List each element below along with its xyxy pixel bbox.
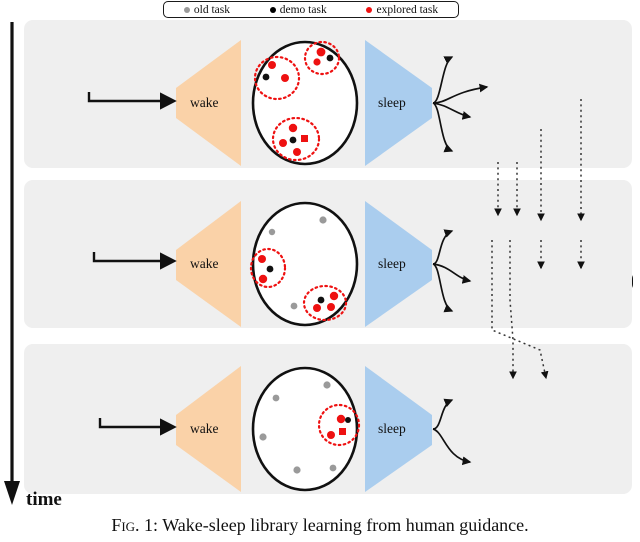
- old-task-point: [319, 216, 327, 224]
- old-task-point: [329, 464, 337, 472]
- legend-label-demo-task: demo task: [279, 3, 327, 16]
- wake-label-3: wake: [190, 421, 219, 436]
- sleep-label-2: sleep: [378, 256, 406, 271]
- legend-label-old-task: old task: [193, 3, 230, 16]
- old-task-point: [293, 466, 301, 474]
- time-axis-arrow: [4, 22, 20, 505]
- time-label: time: [26, 489, 62, 510]
- old-task-point: [268, 228, 276, 236]
- old-task-point: [272, 394, 280, 402]
- sleep-label-3: sleep: [378, 421, 406, 436]
- legend-item-explored-task: explored task: [366, 4, 438, 16]
- explored-task-dot-icon: [366, 6, 373, 13]
- old-task-point: [323, 381, 331, 389]
- legend: old task demo task explored task: [163, 1, 459, 18]
- wake-label-2: wake: [190, 256, 219, 271]
- old-task-point: [259, 433, 267, 441]
- wake-label-1: wake: [190, 95, 219, 110]
- old-task-point: [290, 302, 298, 310]
- legend-label-explored-task: explored task: [376, 3, 439, 16]
- figure-root: old task demo task explored task wake sl…: [0, 0, 640, 542]
- sleep-label-1: sleep: [378, 95, 406, 110]
- demo-task-dot-icon: [269, 6, 276, 13]
- figure-caption-text: Wake-sleep library learning from human g…: [162, 515, 529, 535]
- old-task-dot-icon: [183, 6, 190, 13]
- figure-caption: Fig. 1: Wake-sleep library learning from…: [0, 515, 640, 536]
- legend-item-demo-task: demo task: [269, 3, 327, 16]
- skill-inheritance-lines: [491, 99, 585, 380]
- diagram-vector-layer: [4, 22, 585, 505]
- legend-item-old-task: old task: [183, 3, 230, 16]
- figure-number: Fig. 1:: [111, 515, 159, 535]
